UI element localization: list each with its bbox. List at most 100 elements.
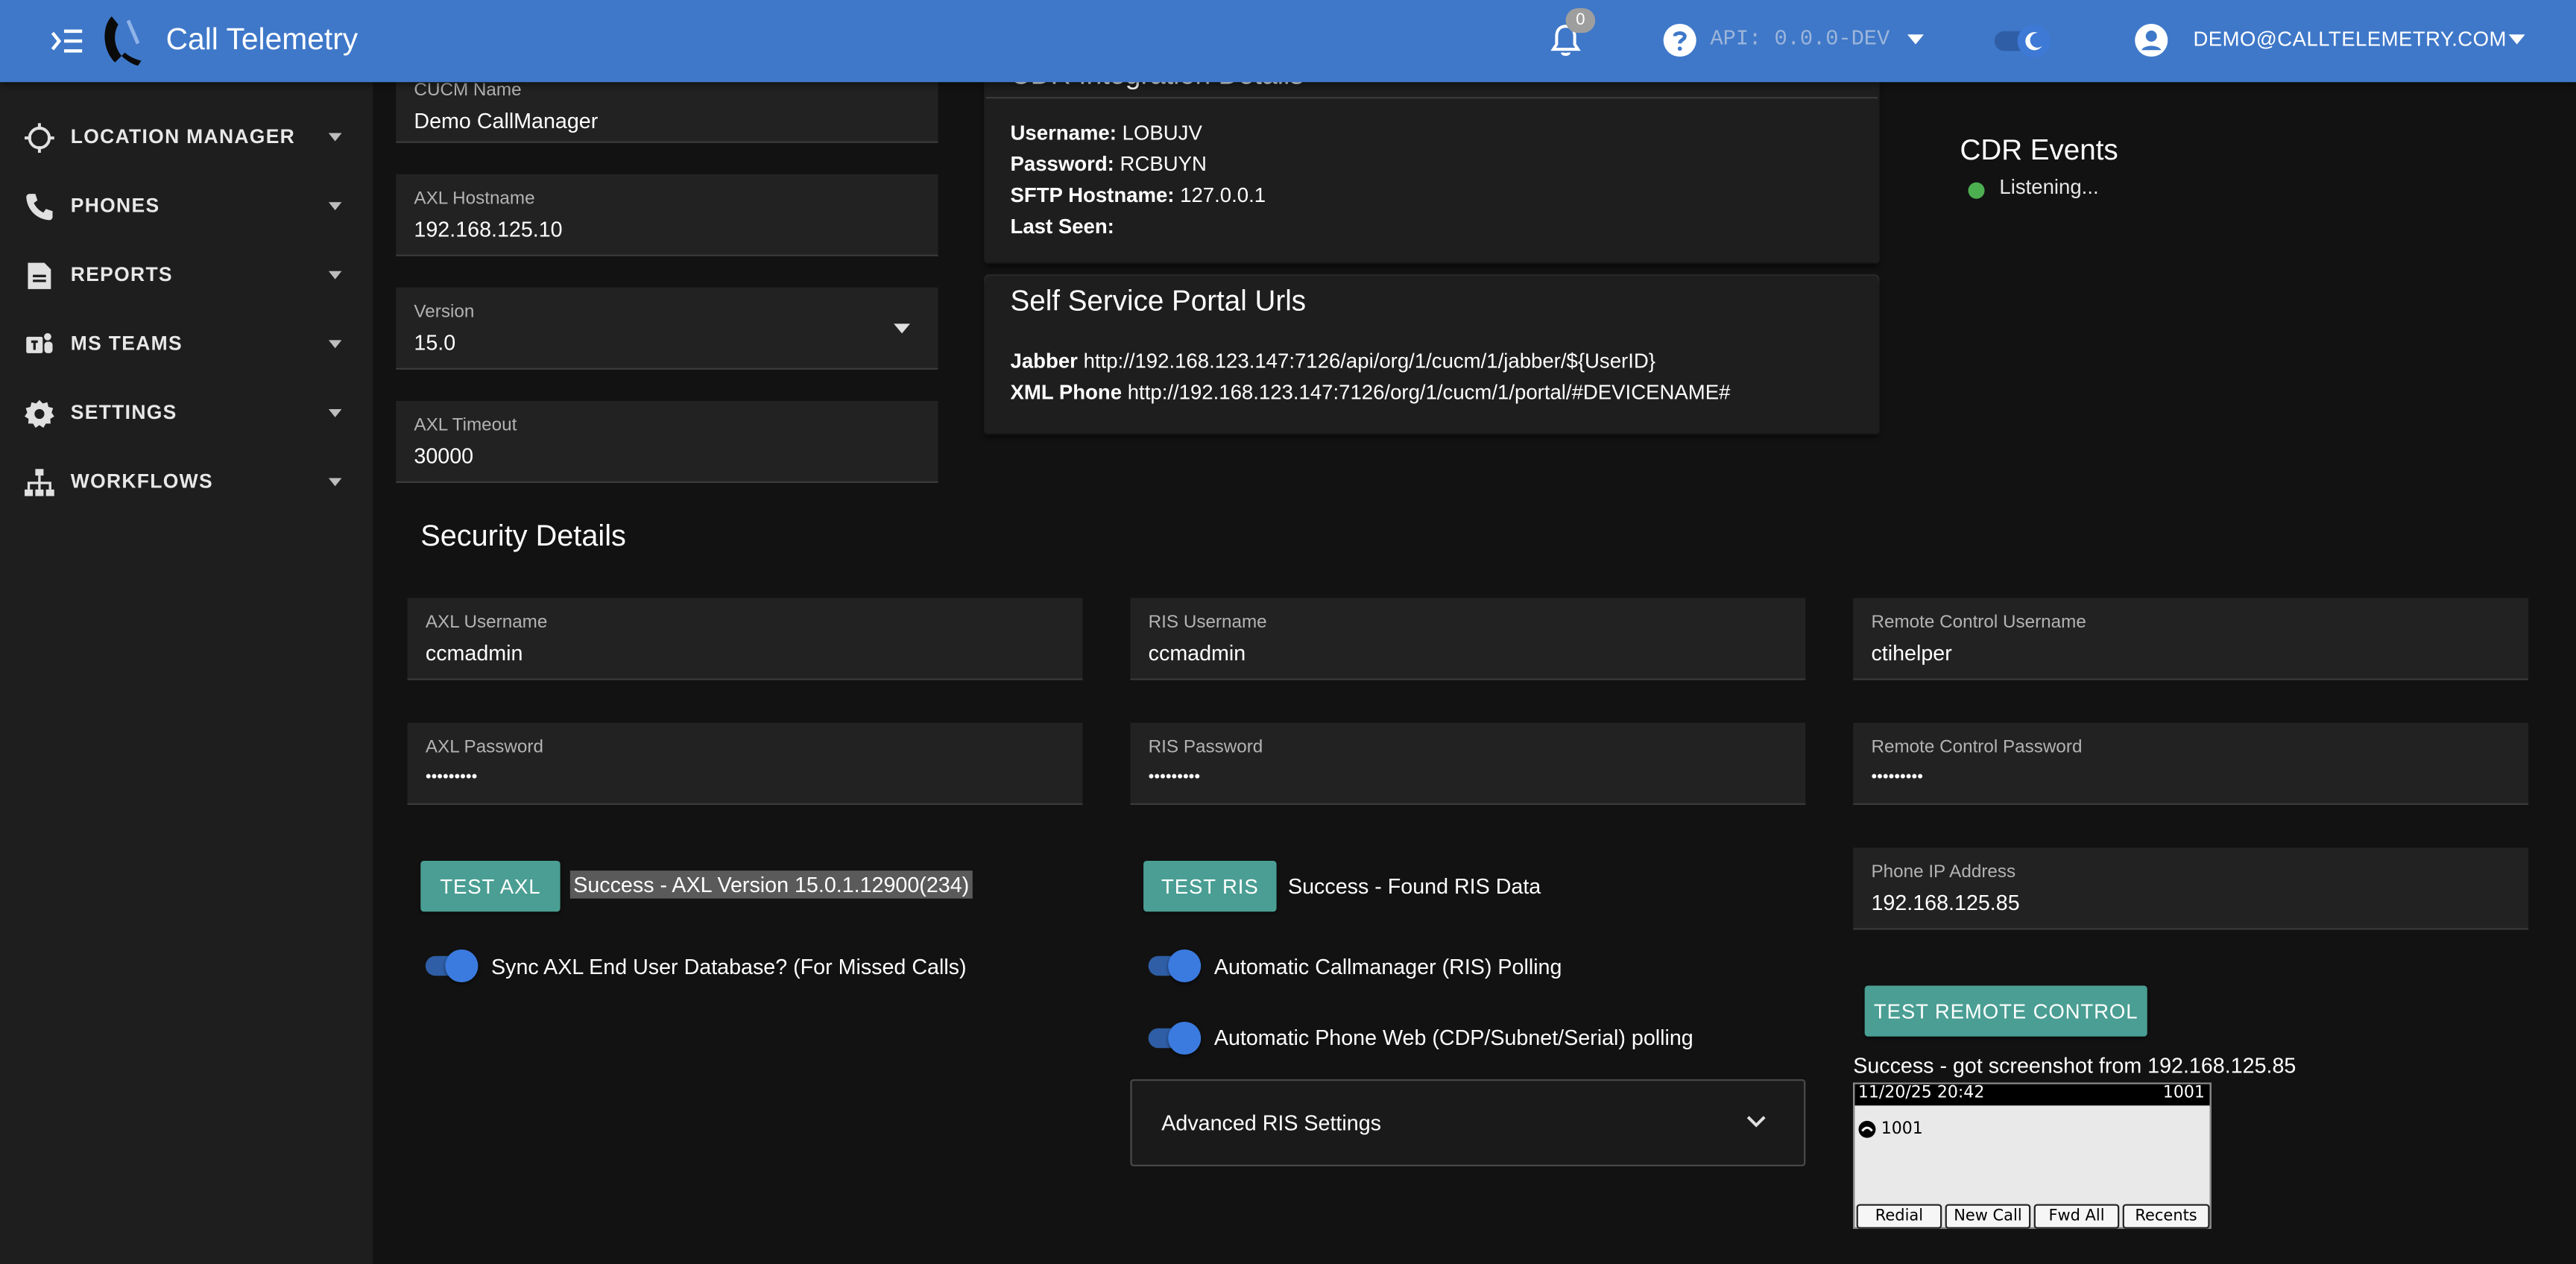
cdr-username-line: Username: LOBUJV	[1010, 121, 1202, 145]
axl-hostname-label: AXL Hostname	[414, 189, 535, 209]
sidebar-item-label: LOCATION MANAGER	[70, 124, 296, 148]
phone-datetime: 11/20/25 20:42	[1857, 1084, 1985, 1102]
sidebar: LOCATION MANAGER PHONES REPORTS MS TEAMS…	[0, 82, 373, 1264]
jabber-url-line: Jabber http://192.168.123.147:7126/api/o…	[1010, 350, 1655, 373]
test-remote-control-button[interactable]: TEST REMOTE CONTROL	[1864, 985, 2147, 1037]
ris-username-value: ccmadmin	[1148, 640, 1246, 666]
self-service-portal-card: Self Service Portal Urls Jabber http://1…	[985, 276, 1878, 434]
remote-control-username-label: Remote Control Username	[1871, 613, 2086, 633]
api-version-label[interactable]: API: 0.0.0-DEV	[1710, 26, 1890, 51]
notification-count-badge: 0	[1565, 8, 1596, 34]
axl-username-field[interactable]: AXL Username ccmadmin	[407, 598, 1083, 680]
axl-username-label: AXL Username	[425, 613, 548, 633]
caret-down-icon	[328, 271, 342, 279]
menu-toggle-icon[interactable]	[49, 22, 85, 61]
remote-control-password-value: •••••••••	[1871, 768, 1923, 787]
remote-control-username-field[interactable]: Remote Control Username ctihelper	[1853, 598, 2529, 680]
sitemap-icon	[25, 469, 54, 496]
sidebar-item-settings[interactable]: SETTINGS	[0, 385, 373, 443]
cucm-name-value: Demo CallManager	[414, 108, 599, 133]
axl-timeout-value: 30000	[414, 443, 474, 469]
ris-username-label: RIS Username	[1148, 613, 1267, 633]
phone-icon	[26, 194, 53, 221]
test-axl-button[interactable]: TEST AXL	[420, 860, 561, 912]
caret-down-icon	[328, 202, 342, 211]
ris-username-field[interactable]: RIS Username ccmadmin	[1130, 598, 1806, 680]
sidebar-item-location-manager[interactable]: LOCATION MANAGER	[0, 108, 373, 167]
main-content: CUCM Name Demo CallManager AXL Hostname …	[373, 49, 2576, 1264]
sync-axl-toggle[interactable]	[422, 949, 479, 983]
remote-control-username-value: ctihelper	[1871, 640, 1952, 666]
phone-ip-value: 192.168.125.85	[1871, 890, 2020, 915]
sidebar-item-label: WORKFLOWS	[70, 470, 213, 493]
dropdown-caret-icon	[894, 323, 911, 334]
softkey-redial: Redial	[1856, 1204, 1942, 1229]
dark-mode-toggle[interactable]	[1994, 25, 2053, 58]
advanced-ris-settings-expander[interactable]: Advanced RIS Settings	[1130, 1079, 1806, 1166]
phone-status-bar: 11/20/25 20:42 1001	[1854, 1084, 2210, 1106]
cucm-name-label: CUCM Name	[414, 80, 522, 101]
sidebar-item-ms-teams[interactable]: MS TEAMS	[0, 315, 373, 374]
top-app-bar: Call Telemetry 0 API: 0.0.0-DEV DEMO@CAL…	[0, 0, 2576, 83]
test-ris-button[interactable]: TEST RIS	[1143, 860, 1277, 912]
phone-extension-top: 1001	[2162, 1084, 2205, 1102]
status-dot-icon	[1968, 182, 1985, 199]
sidebar-item-workflows[interactable]: WORKFLOWS	[0, 453, 373, 512]
portal-card-title: Self Service Portal Urls	[1010, 284, 1307, 317]
axl-password-value: •••••••••	[425, 768, 478, 787]
axl-hostname-field[interactable]: AXL Hostname 192.168.125.10	[396, 174, 938, 256]
sidebar-item-label: MS TEAMS	[70, 332, 183, 356]
version-label: Version	[414, 302, 475, 323]
phone-screenshot: 11/20/25 20:42 1001 1001 Redial New Call…	[1853, 1082, 2212, 1229]
chevron-down-icon	[1746, 1116, 1766, 1128]
phone-web-polling-label: Automatic Phone Web (CDP/Subnet/Serial) …	[1213, 1025, 1693, 1050]
sidebar-item-label: PHONES	[70, 194, 160, 217]
help-icon[interactable]	[1663, 23, 1697, 57]
version-value: 15.0	[414, 330, 456, 356]
account-circle-icon[interactable]	[2134, 23, 2168, 57]
caret-down-icon[interactable]	[1906, 33, 1925, 46]
app-title: Call Telemetry	[165, 21, 359, 56]
xml-phone-url-line: XML Phone http://192.168.123.147:7126/or…	[1010, 381, 1731, 405]
ris-password-field[interactable]: RIS Password •••••••••	[1130, 722, 1806, 806]
ris-polling-label: Automatic Callmanager (RIS) Polling	[1213, 954, 1562, 979]
remote-control-result: Success - got screenshot from 192.168.12…	[1853, 1052, 2296, 1078]
account-email[interactable]: DEMO@CALLTELEMETRY.COM	[2193, 28, 2506, 51]
ris-polling-toggle[interactable]	[1145, 949, 1202, 983]
caret-down-icon	[328, 340, 342, 349]
security-details-title: Security Details	[420, 519, 626, 552]
phone-ip-field[interactable]: Phone IP Address 192.168.125.85	[1853, 847, 2529, 930]
gear-icon	[25, 399, 54, 428]
softkey-recents: Recents	[2122, 1204, 2210, 1229]
sidebar-item-label: REPORTS	[70, 262, 173, 286]
version-select[interactable]: Version 15.0	[396, 287, 938, 370]
handset-icon	[1858, 1120, 1876, 1138]
axl-timeout-field[interactable]: AXL Timeout 30000	[396, 400, 938, 484]
ris-password-label: RIS Password	[1148, 737, 1263, 758]
cdr-events-status: Listening...	[1999, 175, 2099, 199]
app-logo-icon	[104, 16, 142, 66]
axl-username-value: ccmadmin	[425, 640, 523, 666]
softkey-fwd-all: Fwd All	[2033, 1204, 2120, 1229]
softkey-new-call: New Call	[1945, 1204, 2031, 1229]
phone-ip-label: Phone IP Address	[1871, 862, 2016, 882]
sidebar-item-reports[interactable]: REPORTS	[0, 247, 373, 306]
ris-test-result: Success - Found RIS Data	[1288, 873, 1541, 899]
sidebar-item-label: SETTINGS	[70, 400, 177, 424]
caret-down-icon	[328, 408, 342, 417]
phone-web-polling-toggle[interactable]	[1145, 1021, 1202, 1055]
axl-password-field[interactable]: AXL Password •••••••••	[407, 722, 1083, 806]
axl-test-result: Success - AXL Version 15.0.1.12900(234)	[569, 870, 973, 899]
remote-control-password-field[interactable]: Remote Control Password •••••••••	[1853, 722, 2529, 806]
cdr-last-seen-line: Last Seen:	[1010, 215, 1114, 238]
phone-line-label: 1001	[1881, 1120, 1923, 1139]
axl-hostname-value: 192.168.125.10	[414, 216, 563, 242]
ris-password-value: •••••••••	[1148, 768, 1201, 787]
moon-icon	[2017, 25, 2051, 58]
axl-password-label: AXL Password	[425, 737, 544, 758]
sidebar-item-phones[interactable]: PHONES	[0, 177, 373, 236]
crosshair-icon	[25, 123, 54, 153]
caret-down-icon[interactable]	[2507, 33, 2526, 46]
cdr-events-title: CDR Events	[1960, 133, 2118, 166]
caret-down-icon	[328, 478, 342, 487]
